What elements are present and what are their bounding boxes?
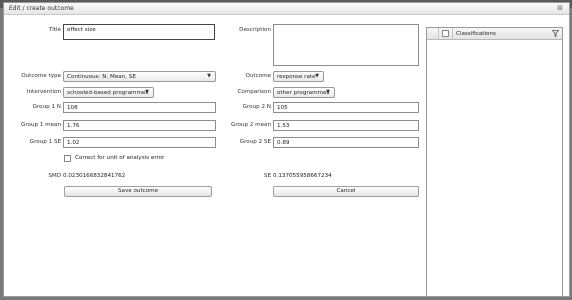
classifications-panel: Classifications: [426, 27, 563, 297]
intervention-value: schooled-based programmes: [67, 90, 149, 96]
group1-se-label: Group 1 SE: [29, 139, 61, 145]
chevron-down-icon: ▼: [315, 73, 319, 79]
classifications-header: Classifications: [427, 28, 562, 40]
comparison-value: other programmes: [277, 90, 330, 96]
intervention-select[interactable]: schooled-based programmes ▼: [63, 87, 154, 98]
outcome-label: Outcome: [245, 73, 271, 79]
group1-n-input[interactable]: 108: [63, 102, 216, 113]
outcome-type-select[interactable]: Continuous: N, Mean, SE ▼: [63, 71, 216, 82]
outcome-dialog: Edit / create outcome ⊠ Title effect siz…: [3, 2, 570, 297]
close-icon[interactable]: ⊠: [557, 4, 563, 12]
title-label: Title: [49, 27, 61, 33]
dialog-titlebar: Edit / create outcome ⊠: [4, 3, 569, 15]
correct-label: Correct for unit of analysis error: [75, 155, 165, 161]
cancel-button[interactable]: Cancel: [273, 186, 419, 197]
title-input[interactable]: effect size: [63, 24, 215, 40]
group2-n-input[interactable]: 105: [273, 102, 419, 113]
chevron-down-icon: ▼: [207, 73, 211, 79]
outcome-select[interactable]: response rate ▼: [273, 71, 324, 82]
group2-n-label: Group 2 N: [242, 104, 271, 110]
group2-se-input[interactable]: 0.89: [273, 137, 419, 148]
correct-checkbox[interactable]: [64, 155, 71, 162]
classifications-title: Classifications: [456, 31, 496, 37]
group2-mean-input[interactable]: 1.53: [273, 120, 419, 131]
description-label: Description: [239, 27, 271, 33]
chevron-down-icon: ▼: [326, 89, 330, 95]
se-value: 0.137055958667234: [273, 173, 332, 179]
smd-value: 0.0230166832841762: [63, 173, 126, 179]
dialog-title: Edit / create outcome: [9, 5, 74, 12]
group1-se-input[interactable]: 1.02: [63, 137, 216, 148]
intervention-label: Intervention: [26, 89, 61, 95]
smd-label: SMD: [48, 173, 61, 179]
group1-mean-label: Group 1 mean: [20, 122, 61, 128]
select-all-checkbox[interactable]: [442, 30, 449, 37]
comparison-label: Comparison: [237, 89, 272, 95]
outcome-type-label: Outcome type: [21, 73, 61, 79]
se-label: SE: [263, 173, 271, 179]
group1-n-label: Group 1 N: [32, 104, 61, 110]
chevron-down-icon: ▼: [145, 89, 149, 95]
outcome-type-value: Continuous: N, Mean, SE: [67, 74, 136, 80]
save-outcome-button[interactable]: Save outcome: [64, 186, 212, 197]
comparison-select[interactable]: other programmes ▼: [273, 87, 335, 98]
group2-mean-label: Group 2 mean: [230, 122, 271, 128]
group2-se-label: Group 2 SE: [239, 139, 271, 145]
filter-icon[interactable]: [552, 30, 559, 37]
outcome-value: response rate: [277, 74, 316, 80]
description-textarea[interactable]: [273, 24, 419, 66]
group1-mean-input[interactable]: 1.76: [63, 120, 216, 131]
